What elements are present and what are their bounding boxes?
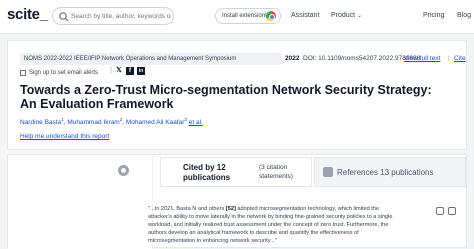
scite-logo[interactable]: scite_ bbox=[7, 6, 48, 23]
publication-venue: NOMS 2022-2022 IEEE/IFIP Network Operati… bbox=[20, 53, 281, 65]
references-icon bbox=[323, 167, 333, 177]
paper-title: Towards a Zero-Trust Micro-segmentation … bbox=[20, 83, 432, 111]
author-affiliation: 1 bbox=[61, 117, 64, 122]
facebook-icon[interactable]: f bbox=[126, 67, 134, 75]
top-navigation-bar: scite_ Install extension! Assistant Prod… bbox=[0, 0, 474, 34]
search-box[interactable] bbox=[52, 7, 174, 25]
author-affiliation: 2 bbox=[119, 117, 123, 122]
view-full-text-link[interactable]: View full text bbox=[404, 53, 440, 65]
author-affiliation: 3 bbox=[184, 117, 187, 122]
search-icon bbox=[59, 12, 69, 22]
nav-product-label: Product bbox=[331, 12, 356, 19]
share-separator: | bbox=[110, 67, 112, 74]
citation-snippet: "...In 2021, Basta N and others [52] ado… bbox=[148, 205, 404, 245]
nav-pricing[interactable]: Pricing bbox=[423, 12, 444, 19]
email-alert-label: Sign up to set email alerts bbox=[29, 70, 99, 76]
references-label: References 13 publications bbox=[337, 168, 434, 177]
linkedin-icon[interactable]: in bbox=[137, 67, 145, 75]
twitter-icon[interactable]: 𝕏 bbox=[115, 67, 123, 75]
nav-product[interactable]: Product ⌄ bbox=[331, 12, 362, 19]
copy-icon[interactable] bbox=[448, 207, 456, 215]
expand-icon[interactable] bbox=[436, 207, 444, 215]
help-understand-link[interactable]: Help me understand this report bbox=[20, 133, 109, 140]
install-extension-button[interactable]: Install extension! bbox=[215, 8, 281, 24]
author-list: Nardine Basta1, Muhammad Ikram2, Mohamed… bbox=[20, 117, 203, 127]
author-link[interactable]: Mohamed Ali Kaafar bbox=[126, 119, 185, 126]
cite-link[interactable]: Cite bbox=[454, 53, 466, 65]
citation-statements-count: (3 citation statements) bbox=[259, 164, 293, 180]
search-input[interactable] bbox=[71, 10, 171, 23]
et-al-link[interactable]: et al. bbox=[189, 119, 203, 126]
publication-year: 2022 bbox=[285, 55, 300, 62]
chevron-down-icon: ⌄ bbox=[357, 13, 363, 19]
cited-by-label: Cited by 12 publications bbox=[183, 163, 231, 182]
citations-panel: Cited by 12 publications (3 citation sta… bbox=[7, 154, 467, 249]
email-alert-checkbox[interactable] bbox=[20, 70, 26, 76]
nav-assistant[interactable]: Assistant bbox=[291, 12, 319, 19]
author-link[interactable]: Muhammad Ikram bbox=[67, 119, 119, 126]
sidebar-panel bbox=[8, 155, 153, 249]
tab-cited-by[interactable]: Cited by 12 publications (3 citation sta… bbox=[160, 157, 312, 187]
nav-blog[interactable]: Blog bbox=[457, 12, 471, 19]
citation-lead: "...In 2021, Basta N and others bbox=[148, 206, 226, 212]
link-separator: | bbox=[448, 55, 450, 62]
chat-bubble-icon[interactable] bbox=[118, 165, 129, 176]
paper-header-card: NOMS 2022-2022 IEEE/IFIP Network Operati… bbox=[7, 40, 467, 150]
author-link[interactable]: Nardine Basta bbox=[20, 119, 61, 126]
doi[interactable]: DOI: 10.1109/noms54207.2022.9789888 bbox=[303, 53, 420, 65]
citation-ref[interactable]: [52] bbox=[226, 206, 236, 212]
install-extension-label: Install extension! bbox=[222, 13, 267, 19]
tab-references[interactable]: References 13 publications bbox=[314, 157, 466, 187]
chrome-icon bbox=[266, 11, 276, 21]
